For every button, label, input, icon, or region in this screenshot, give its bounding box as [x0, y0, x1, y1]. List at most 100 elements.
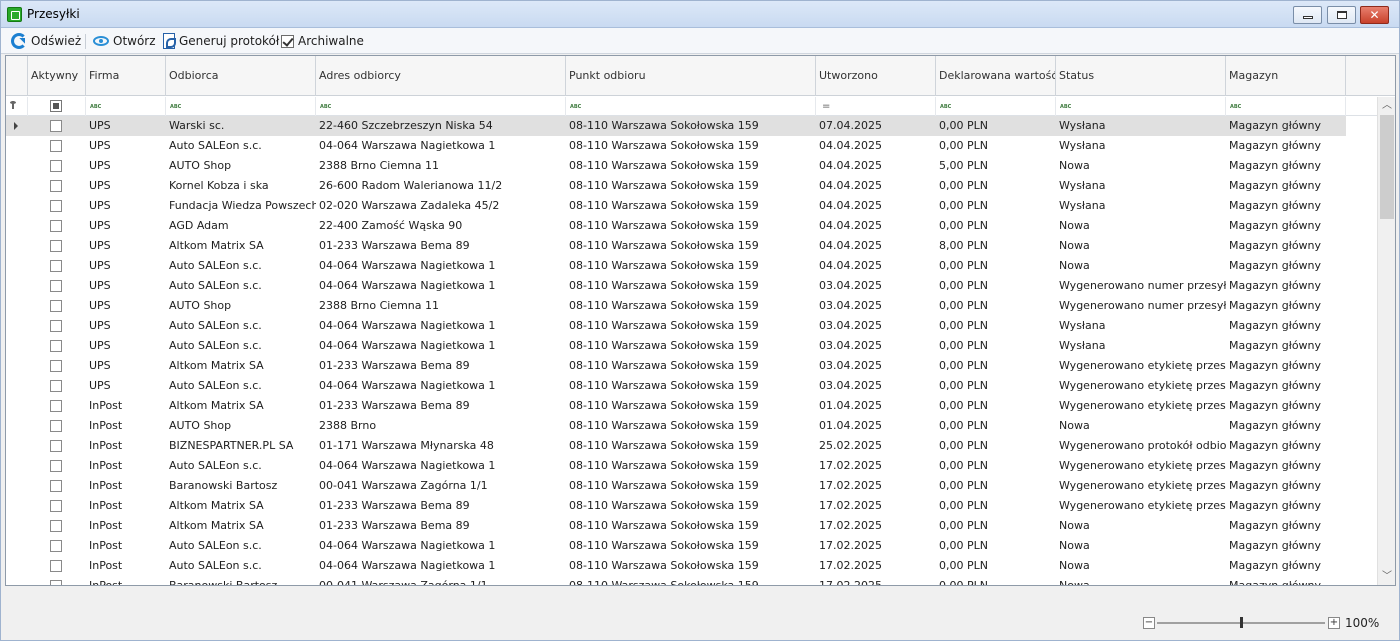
- cell-status[interactable]: Wysłana: [1056, 316, 1226, 336]
- row-indicator[interactable]: [6, 416, 28, 436]
- cell-warehouse[interactable]: Magazyn główny: [1226, 116, 1346, 136]
- archive-checkbox[interactable]: Archiwalne: [281, 32, 364, 50]
- row-indicator[interactable]: [6, 456, 28, 476]
- cell-address[interactable]: 2388 Brno: [316, 416, 566, 436]
- cell-warehouse[interactable]: Magazyn główny: [1226, 176, 1346, 196]
- cell-declared-value[interactable]: 0,00 PLN: [936, 496, 1056, 516]
- cell-carrier[interactable]: InPost: [86, 576, 166, 585]
- column-header-carrier[interactable]: Firma: [86, 56, 166, 96]
- active-checkbox[interactable]: [50, 420, 62, 432]
- cell-status[interactable]: Wygenerowano protokół odbioru: [1056, 436, 1226, 456]
- cell-recipient[interactable]: AUTO Shop: [166, 416, 316, 436]
- cell-warehouse[interactable]: Magazyn główny: [1226, 396, 1346, 416]
- table-row[interactable]: UPS Auto SALEon s.c. 04-064 Warszawa Nagie…: [6, 256, 1346, 276]
- table-row[interactable]: InPost Baranowski Bartosz 00-041 Warszawa …: [6, 476, 1346, 496]
- row-indicator[interactable]: [6, 536, 28, 556]
- cell-address[interactable]: 01-233 Warszawa Bema 89: [316, 496, 566, 516]
- cell-address[interactable]: 04-064 Warszawa Nagietkowa 1: [316, 136, 566, 156]
- cell-recipient[interactable]: Auto SALEon s.c.: [166, 556, 316, 576]
- table-row[interactable]: InPost Altkom Matrix SA 01-233 Warszawa Be…: [6, 496, 1346, 516]
- cell-declared-value[interactable]: 0,00 PLN: [936, 576, 1056, 585]
- cell-carrier[interactable]: InPost: [86, 536, 166, 556]
- cell-recipient[interactable]: Auto SALEon s.c.: [166, 316, 316, 336]
- cell-status[interactable]: Nowa: [1056, 216, 1226, 236]
- table-row[interactable]: InPost Auto SALEon s.c. 04-064 Warszawa Na…: [6, 536, 1346, 556]
- active-checkbox[interactable]: [50, 500, 62, 512]
- maximize-button[interactable]: [1327, 6, 1356, 24]
- active-checkbox[interactable]: [50, 400, 62, 412]
- cell-declared-value[interactable]: 0,00 PLN: [936, 296, 1056, 316]
- cell-declared-value[interactable]: 0,00 PLN: [936, 556, 1056, 576]
- filter-declared-value[interactable]: ABC: [936, 97, 1056, 116]
- active-checkbox[interactable]: [50, 200, 62, 212]
- cell-declared-value[interactable]: 5,00 PLN: [936, 156, 1056, 176]
- cell-carrier[interactable]: InPost: [86, 436, 166, 456]
- cell-recipient[interactable]: Fundacja Wiedza Powszech...: [166, 196, 316, 216]
- column-header-warehouse[interactable]: Magazyn: [1226, 56, 1346, 96]
- cell-pickup-point[interactable]: 08-110 Warszawa Sokołowska 159: [566, 536, 816, 556]
- row-indicator[interactable]: [6, 216, 28, 236]
- cell-pickup-point[interactable]: 08-110 Warszawa Sokołowska 159: [566, 276, 816, 296]
- cell-warehouse[interactable]: Magazyn główny: [1226, 336, 1346, 356]
- table-row[interactable]: UPS AUTO Shop 2388 Brno Ciemna 11 08-110 Wa…: [6, 296, 1346, 316]
- zoom-out-button[interactable]: −: [1143, 617, 1155, 629]
- column-header-created[interactable]: Utworzono: [816, 56, 936, 96]
- cell-recipient[interactable]: Auto SALEon s.c.: [166, 336, 316, 356]
- cell-recipient[interactable]: Warski sc.: [166, 116, 316, 136]
- table-row[interactable]: UPS Auto SALEon s.c. 04-064 Warszawa Nagie…: [6, 136, 1346, 156]
- cell-pickup-point[interactable]: 08-110 Warszawa Sokołowska 159: [566, 456, 816, 476]
- row-indicator[interactable]: [6, 376, 28, 396]
- row-indicator[interactable]: [6, 436, 28, 456]
- cell-created[interactable]: 03.04.2025: [816, 376, 936, 396]
- cell-created[interactable]: 17.02.2025: [816, 536, 936, 556]
- row-indicator[interactable]: [6, 236, 28, 256]
- row-indicator[interactable]: [6, 276, 28, 296]
- cell-status[interactable]: Wygenerowano etykietę przesyłki: [1056, 496, 1226, 516]
- active-checkbox[interactable]: [50, 240, 62, 252]
- cell-recipient[interactable]: Altkom Matrix SA: [166, 356, 316, 376]
- cell-address[interactable]: 04-064 Warszawa Nagietkowa 1: [316, 556, 566, 576]
- cell-recipient[interactable]: Auto SALEon s.c.: [166, 536, 316, 556]
- cell-status[interactable]: Wysłana: [1056, 196, 1226, 216]
- cell-pickup-point[interactable]: 08-110 Warszawa Sokołowska 159: [566, 436, 816, 456]
- cell-created[interactable]: 01.04.2025: [816, 396, 936, 416]
- table-row[interactable]: UPS Altkom Matrix SA 01-233 Warszawa Bema …: [6, 236, 1346, 256]
- cell-created[interactable]: 25.02.2025: [816, 436, 936, 456]
- cell-address[interactable]: 01-233 Warszawa Bema 89: [316, 356, 566, 376]
- cell-recipient[interactable]: Altkom Matrix SA: [166, 516, 316, 536]
- cell-recipient[interactable]: Baranowski Bartosz: [166, 576, 316, 585]
- cell-carrier[interactable]: UPS: [86, 236, 166, 256]
- filter-address[interactable]: ABC: [316, 97, 566, 116]
- cell-pickup-point[interactable]: 08-110 Warszawa Sokołowska 159: [566, 496, 816, 516]
- generate-protocol-button[interactable]: Generuj protokół: [163, 32, 279, 50]
- cell-address[interactable]: 04-064 Warszawa Nagietkowa 1: [316, 276, 566, 296]
- cell-carrier[interactable]: InPost: [86, 396, 166, 416]
- cell-address[interactable]: 04-064 Warszawa Nagietkowa 1: [316, 316, 566, 336]
- cell-status[interactable]: Nowa: [1056, 156, 1226, 176]
- cell-pickup-point[interactable]: 08-110 Warszawa Sokołowska 159: [566, 236, 816, 256]
- column-header-status[interactable]: Status: [1056, 56, 1226, 96]
- table-row[interactable]: UPS Auto SALEon s.c. 04-064 Warszawa Nagie…: [6, 316, 1346, 336]
- cell-carrier[interactable]: InPost: [86, 476, 166, 496]
- zoom-slider-thumb[interactable]: [1240, 617, 1243, 628]
- cell-recipient[interactable]: Altkom Matrix SA: [166, 396, 316, 416]
- cell-declared-value[interactable]: 0,00 PLN: [936, 176, 1056, 196]
- cell-recipient[interactable]: AGD Adam: [166, 216, 316, 236]
- table-row[interactable]: InPost Baranowski Bartosz 00-041 Warszawa …: [6, 576, 1346, 585]
- table-row[interactable]: UPS Auto SALEon s.c. 04-064 Warszawa Nagie…: [6, 336, 1346, 356]
- cell-warehouse[interactable]: Magazyn główny: [1226, 416, 1346, 436]
- cell-recipient[interactable]: Auto SALEon s.c.: [166, 276, 316, 296]
- row-indicator[interactable]: [6, 356, 28, 376]
- row-indicator[interactable]: [6, 136, 28, 156]
- active-checkbox[interactable]: [50, 340, 62, 352]
- cell-created[interactable]: 04.04.2025: [816, 236, 936, 256]
- row-indicator[interactable]: [6, 256, 28, 276]
- cell-created[interactable]: 17.02.2025: [816, 476, 936, 496]
- filter-pickup-point[interactable]: ABC: [566, 97, 816, 116]
- cell-declared-value[interactable]: 0,00 PLN: [936, 116, 1056, 136]
- cell-warehouse[interactable]: Magazyn główny: [1226, 256, 1346, 276]
- cell-declared-value[interactable]: 0,00 PLN: [936, 256, 1056, 276]
- table-row[interactable]: InPost AUTO Shop 2388 Brno 08-110 Warszawa …: [6, 416, 1346, 436]
- cell-created[interactable]: 17.02.2025: [816, 516, 936, 536]
- column-header-address[interactable]: Adres odbiorcy: [316, 56, 566, 96]
